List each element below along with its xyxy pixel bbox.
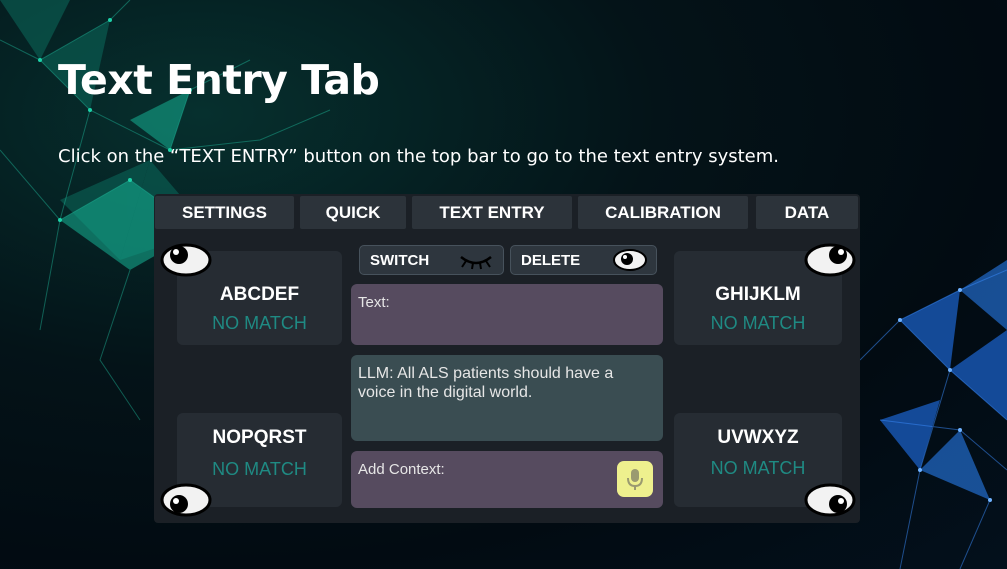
eye-open-icon — [804, 483, 856, 517]
delete-button[interactable]: DELETE — [510, 245, 657, 275]
add-context-field[interactable]: Add Context: — [351, 451, 663, 508]
letter-group-label: NOPQRST — [212, 427, 307, 448]
tab-text-entry[interactable]: TEXT ENTRY — [412, 196, 572, 229]
match-status: NO MATCH — [710, 458, 806, 478]
add-context-label: Add Context: — [358, 461, 445, 478]
eye-open-icon — [160, 483, 212, 517]
eye-open-icon — [160, 243, 212, 277]
delete-label: DELETE — [521, 252, 581, 269]
slide-title: Text Entry Tab — [58, 56, 380, 104]
text-entry-app-screenshot: SETTINGS QUICK TEXT ENTRY CALIBRATION DA… — [154, 194, 860, 523]
tab-quick[interactable]: QUICK — [300, 196, 406, 229]
match-status: NO MATCH — [710, 313, 806, 333]
match-status: NO MATCH — [212, 313, 307, 333]
microphone-button[interactable] — [617, 461, 653, 497]
text-field[interactable]: Text: — [351, 284, 663, 345]
tab-data[interactable]: DATA — [756, 196, 858, 229]
tab-calibration[interactable]: CALIBRATION — [578, 196, 748, 229]
switch-button[interactable]: SWITCH — [359, 245, 504, 275]
eye-closed-icon — [460, 255, 492, 270]
slide-subtitle: Click on the “TEXT ENTRY” button on the … — [58, 146, 780, 167]
llm-suggestion-box[interactable]: LLM: All ALS patients should have a voic… — [351, 355, 663, 441]
eye-open-icon — [613, 249, 647, 271]
llm-suggestion-text: LLM: All ALS patients should have a voic… — [358, 365, 614, 401]
text-field-label: Text: — [358, 294, 390, 311]
tab-settings[interactable]: SETTINGS — [155, 196, 294, 229]
letter-group-label: UVWXYZ — [717, 427, 799, 448]
microphone-icon — [627, 469, 643, 490]
eye-open-icon — [804, 243, 856, 277]
letter-group-label: GHIJKLM — [715, 284, 801, 305]
match-status: NO MATCH — [212, 459, 307, 479]
switch-label: SWITCH — [370, 252, 430, 269]
letter-group-label: ABCDEF — [219, 284, 300, 305]
